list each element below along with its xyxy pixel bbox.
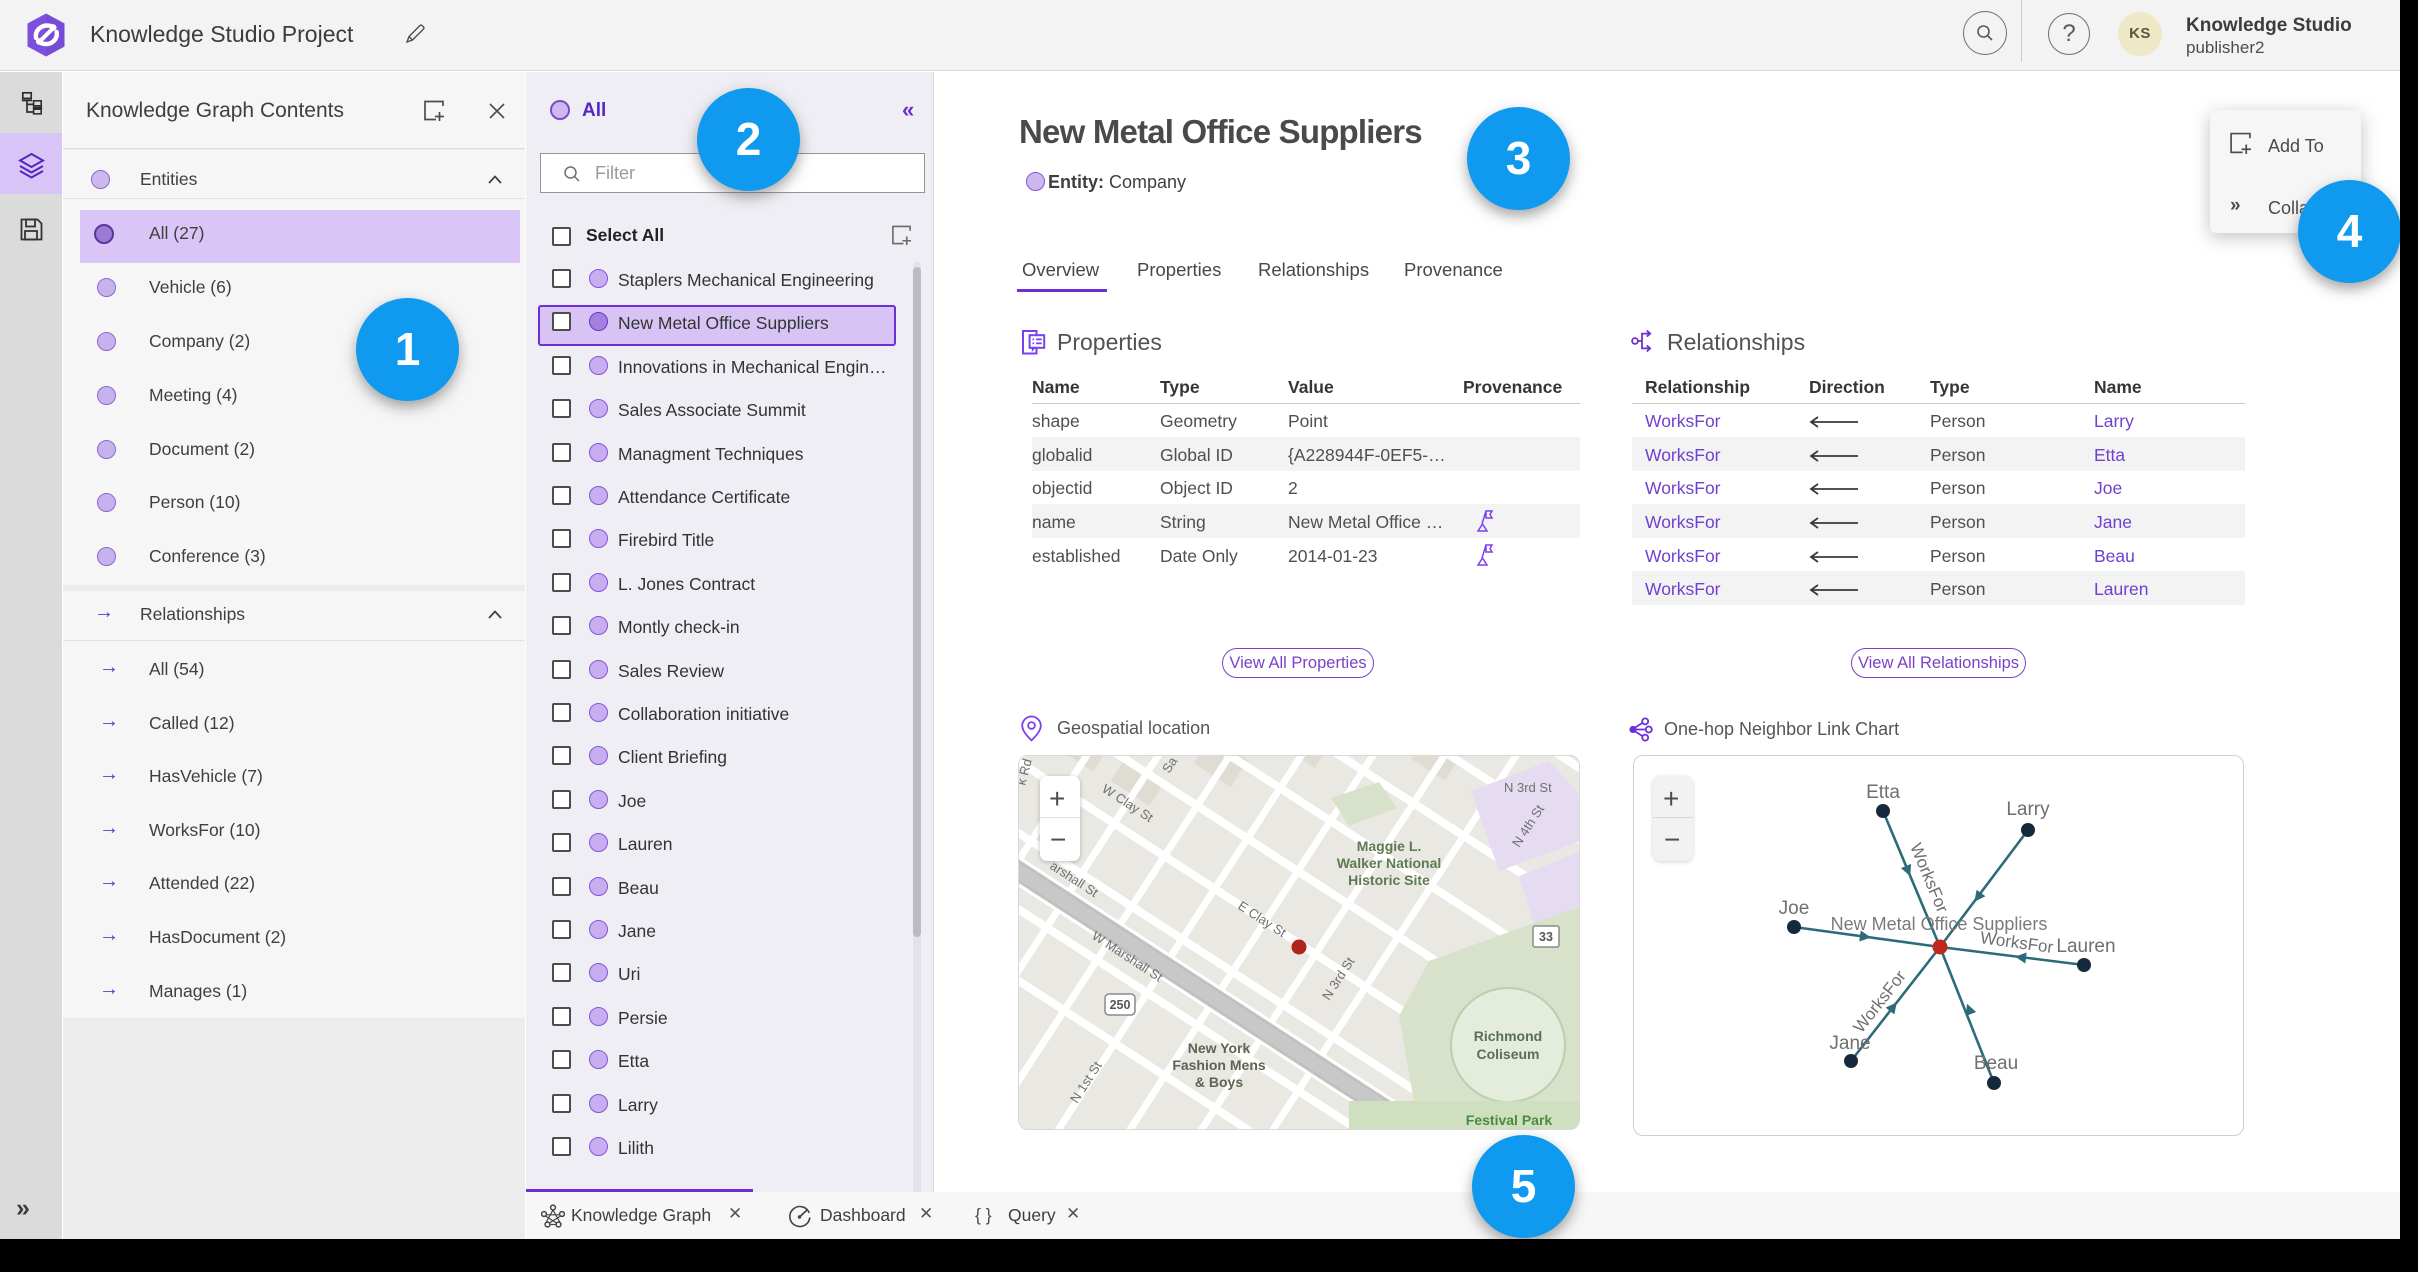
svg-text:Coliseum: Coliseum bbox=[1476, 1046, 1539, 1062]
svg-text:250: 250 bbox=[1110, 998, 1131, 1012]
svg-text:& Boys: & Boys bbox=[1195, 1074, 1243, 1090]
svg-text:Walker National: Walker National bbox=[1337, 855, 1442, 871]
svg-text:New York: New York bbox=[1188, 1040, 1251, 1056]
svg-text:Historic Site: Historic Site bbox=[1348, 872, 1430, 888]
svg-text:Joe: Joe bbox=[1779, 898, 1810, 919]
svg-text:33: 33 bbox=[1539, 930, 1553, 944]
svg-text:N 3rd St: N 3rd St bbox=[1504, 780, 1552, 795]
svg-text:Beau: Beau bbox=[1974, 1053, 2018, 1074]
svg-text:New Metal Office Suppliers: New Metal Office Suppliers bbox=[1831, 914, 2048, 934]
svg-text:WorksFor: WorksFor bbox=[1906, 840, 1952, 915]
svg-text:Etta: Etta bbox=[1866, 782, 1900, 803]
svg-text:Fashion Mens: Fashion Mens bbox=[1172, 1057, 1266, 1073]
svg-text:Richmond: Richmond bbox=[1474, 1028, 1542, 1044]
svg-text:Larry: Larry bbox=[2006, 799, 2050, 820]
svg-text:Maggie L.: Maggie L. bbox=[1357, 838, 1422, 854]
svg-text:Festival Park: Festival Park bbox=[1466, 1112, 1553, 1128]
svg-text:Lauren: Lauren bbox=[2056, 936, 2115, 957]
